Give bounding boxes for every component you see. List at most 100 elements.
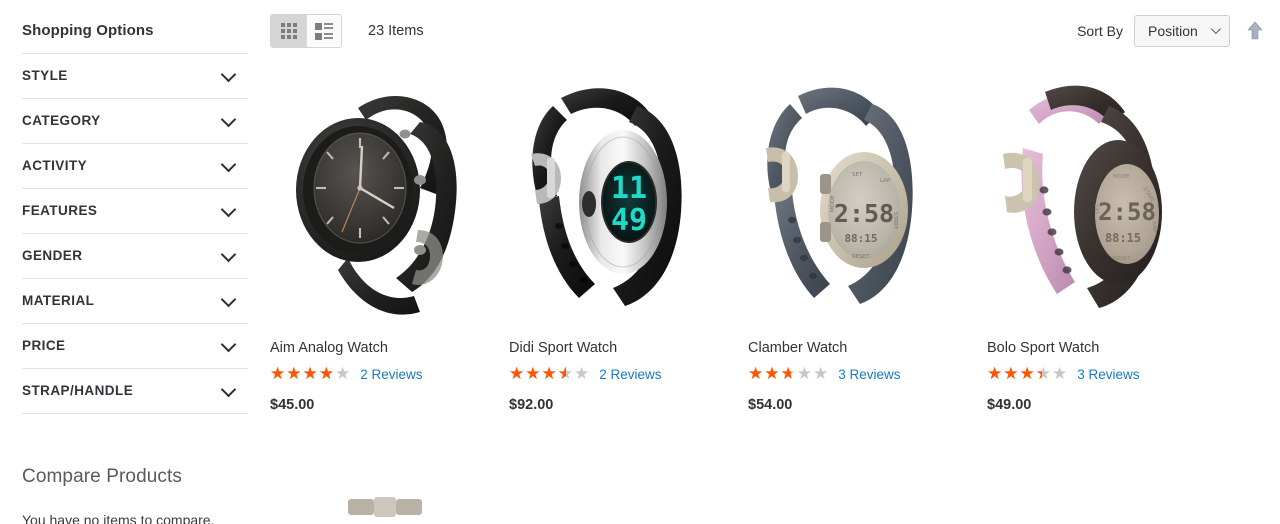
- rating-row: ★★★★★ ★★★★★ 2 Reviews: [509, 366, 748, 383]
- svg-text:MODE: MODE: [1113, 174, 1130, 180]
- product-name[interactable]: Aim Analog Watch: [270, 340, 509, 356]
- watch-display-time: 2:58: [1098, 198, 1156, 226]
- chevron-down-icon: [220, 111, 237, 128]
- next-product-image[interactable]: [270, 495, 475, 524]
- sorter: Sort By Position: [1077, 15, 1266, 47]
- filter-label: MATERIAL: [22, 293, 95, 308]
- didi-sport-watch-image: 11 49: [531, 88, 682, 306]
- sidebar-item-activity[interactable]: ACTIVITY: [22, 144, 248, 189]
- reviews-link[interactable]: 3 Reviews: [838, 367, 900, 382]
- svg-text:START: START: [892, 212, 898, 230]
- rating-stars: ★★★★★ ★★★★★: [509, 366, 590, 383]
- sidebar-item-price[interactable]: PRICE: [22, 324, 248, 369]
- grid-view-button[interactable]: [271, 15, 306, 47]
- filter-label: CATEGORY: [22, 113, 101, 128]
- chevron-down-icon: [220, 246, 237, 263]
- chevron-down-icon: [220, 66, 237, 83]
- sidebar-item-category[interactable]: CATEGORY: [22, 99, 248, 144]
- view-mode-switcher: [270, 14, 342, 48]
- partial-watch-image: [348, 497, 422, 517]
- svg-text:88:15: 88:15: [844, 232, 877, 245]
- product-image-link[interactable]: [270, 62, 475, 327]
- main-content: 23 Items Sort By Position Aim Analog Wat…: [248, 0, 1280, 524]
- sidebar-title: Shopping Options: [22, 22, 154, 39]
- bolo-sport-watch-image: 2:58 88:15 MODE START SET LAP RESET: [1003, 85, 1162, 308]
- product-price: $54.00: [748, 397, 793, 413]
- grid-view-icon: [280, 23, 297, 39]
- sidebar-item-strap-handle[interactable]: STRAP/HANDLE: [22, 369, 248, 414]
- chevron-down-icon: [1210, 24, 1221, 35]
- chevron-down-icon: [220, 336, 237, 353]
- product-image-link[interactable]: 11 49: [509, 62, 714, 327]
- svg-text:LAP: LAP: [880, 178, 891, 184]
- filter-label: STYLE: [22, 68, 68, 83]
- product-price: $45.00: [270, 397, 315, 413]
- product-card: 2:58 88:15 MODE START SET LAP RESET Bolo…: [987, 62, 1226, 413]
- product-card: Aim Analog Watch ★★★★★ ★★★★★ 2 Reviews $…: [270, 62, 509, 413]
- stars-filled: ★★★★★: [987, 366, 1042, 383]
- rating-stars: ★★★★★ ★★★★★: [270, 366, 351, 383]
- rating-row: ★★★★★ ★★★★★ 3 Reviews: [987, 366, 1226, 383]
- sort-by-label: Sort By: [1077, 23, 1123, 39]
- product-price: $92.00: [509, 397, 554, 413]
- rating-row: ★★★★★ ★★★★★ 3 Reviews: [748, 366, 987, 383]
- sort-by-value: Position: [1148, 23, 1198, 39]
- sidebar-item-style[interactable]: STYLE: [22, 54, 248, 99]
- watch-display-minutes: 49: [611, 203, 647, 238]
- items-count: 23 Items: [368, 23, 424, 39]
- reviews-link[interactable]: 2 Reviews: [360, 367, 422, 382]
- sidebar-item-gender[interactable]: GENDER: [22, 234, 248, 279]
- stars-filled: ★★★★★: [509, 366, 566, 383]
- watch-display-hours: 11: [611, 171, 647, 206]
- rating-row: ★★★★★ ★★★★★ 2 Reviews: [270, 366, 509, 383]
- compare-products-block: Compare Products You have no items to co…: [22, 466, 248, 524]
- chevron-down-icon: [220, 201, 237, 218]
- list-view-button[interactable]: [306, 15, 341, 47]
- product-price: $49.00: [987, 397, 1032, 413]
- product-listing-page: Shopping Options STYLE CATEGORY ACTIVITY…: [0, 0, 1280, 524]
- compare-empty-message: You have no items to compare.: [22, 512, 215, 524]
- product-image-link[interactable]: 2:58 88:15 MODE START SET LAP RESET: [987, 62, 1192, 327]
- reviews-link[interactable]: 2 Reviews: [599, 367, 661, 382]
- svg-text:RESET: RESET: [852, 254, 870, 260]
- aim-analog-watch-image: [296, 96, 457, 315]
- product-name[interactable]: Bolo Sport Watch: [987, 340, 1226, 356]
- compare-products-title: Compare Products: [22, 466, 183, 487]
- product-card: 11 49 Didi Sport Watch ★★★★★ ★★★★★ 2 Rev…: [509, 62, 748, 413]
- product-image-link[interactable]: 2:58 88:15 SET LAP MODE START RESET: [748, 62, 953, 327]
- sidebar-item-features[interactable]: FEATURES: [22, 189, 248, 234]
- sidebar-item-material[interactable]: MATERIAL: [22, 279, 248, 324]
- stars-filled: ★★★★★: [748, 366, 792, 383]
- chevron-down-icon: [220, 381, 237, 398]
- watch-display-time: 2:58: [834, 199, 894, 228]
- clamber-watch-image: 2:58 88:15 SET LAP MODE START RESET: [766, 87, 913, 304]
- sidebar: Shopping Options STYLE CATEGORY ACTIVITY…: [0, 0, 248, 524]
- product-name[interactable]: Clamber Watch: [748, 340, 987, 356]
- filter-label: FEATURES: [22, 203, 98, 218]
- product-card: 2:58 88:15 SET LAP MODE START RESET Clam…: [748, 62, 987, 413]
- arrow-up-icon: [1247, 21, 1263, 40]
- filter-label: ACTIVITY: [22, 158, 88, 173]
- next-row-partial: [270, 495, 1280, 524]
- stars-filled: ★★★★★: [270, 366, 335, 383]
- sort-direction-button[interactable]: [1244, 18, 1266, 44]
- product-name[interactable]: Didi Sport Watch: [509, 340, 748, 356]
- svg-text:MODE: MODE: [830, 195, 836, 212]
- filter-label: STRAP/HANDLE: [22, 383, 134, 398]
- sort-by-select[interactable]: Position: [1134, 15, 1230, 47]
- list-view-icon: [315, 22, 333, 40]
- rating-stars: ★★★★★ ★★★★★: [987, 366, 1068, 383]
- chevron-down-icon: [220, 291, 237, 308]
- svg-text:RESET: RESET: [1113, 256, 1131, 262]
- chevron-down-icon: [220, 156, 237, 173]
- rating-stars: ★★★★★ ★★★★★: [748, 366, 829, 383]
- filter-list: STYLE CATEGORY ACTIVITY FEATURES GENDER …: [22, 53, 248, 414]
- svg-text:88:15: 88:15: [1105, 231, 1141, 245]
- filter-label: GENDER: [22, 248, 83, 263]
- reviews-link[interactable]: 3 Reviews: [1077, 367, 1139, 382]
- svg-text:LAP: LAP: [1151, 222, 1157, 233]
- svg-text:SET: SET: [1095, 203, 1101, 214]
- product-grid: Aim Analog Watch ★★★★★ ★★★★★ 2 Reviews $…: [248, 62, 1280, 413]
- svg-text:SET: SET: [852, 172, 863, 178]
- filter-label: PRICE: [22, 338, 66, 353]
